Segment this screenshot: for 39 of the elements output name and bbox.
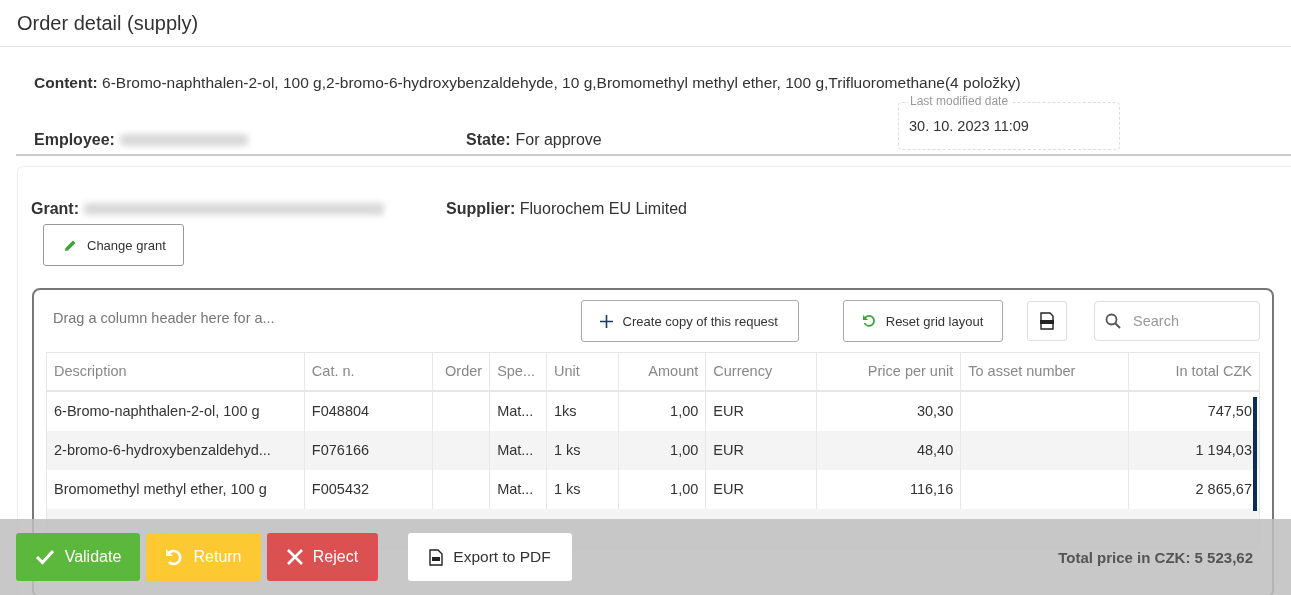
- employee-label: Employee:: [34, 131, 115, 149]
- table-cell-text: 2-bromo-6-hydroxybenzaldehyd...: [53, 441, 272, 460]
- reset-grid-button[interactable]: Reset grid layout: [842, 300, 1004, 342]
- column-header[interactable]: Description: [47, 353, 304, 390]
- create-copy-button[interactable]: Create copy of this request: [580, 300, 799, 342]
- pencil-icon: [64, 238, 77, 252]
- group-panel-hint: Drag a column header here for a...: [52, 310, 276, 326]
- column-header[interactable]: Spe...: [489, 353, 546, 390]
- table-cell-text: Bromomethyl methyl ether, 100 g: [53, 480, 268, 499]
- plus-icon: [599, 314, 613, 328]
- validate-button[interactable]: Validate: [16, 533, 140, 581]
- page-title: Order detail (supply): [17, 11, 199, 35]
- column-header[interactable]: Unit: [545, 353, 618, 390]
- spreadsheet-file-icon: [1039, 312, 1056, 330]
- state-text: State: For approve: [466, 131, 603, 149]
- scrollbar-thumb[interactable]: [1253, 397, 1257, 511]
- content-text: Content: 6-Bromo-naphthalen-2-ol, 100 g,2-bromo-6-hydroxybenzaldehyde, 10 g,Bromomethyl methyl ether, 100 g,Trifluoromethane(4 položky): [34, 74, 1021, 91]
- pdf-file-icon: [429, 548, 444, 566]
- excel-export-button[interactable]: [1027, 301, 1067, 341]
- search-icon: [1105, 313, 1121, 329]
- change-grant-button[interactable]: Change grant: [43, 224, 184, 266]
- column-header[interactable]: To asset number: [960, 353, 1128, 390]
- column-header[interactable]: Order: [432, 353, 490, 390]
- close-icon: [286, 549, 303, 565]
- undo-icon: [165, 548, 184, 566]
- search-field[interactable]: Search: [1094, 301, 1260, 341]
- undo-icon: [861, 314, 876, 328]
- column-header[interactable]: In total CZK: [1127, 353, 1259, 390]
- column-header[interactable]: Cat. n.: [303, 353, 433, 390]
- column-header[interactable]: Amount: [617, 353, 706, 390]
- reject-button[interactable]: Reject: [267, 533, 378, 581]
- grant-label: Grant:: [31, 200, 79, 218]
- table-cell-text: 6-Bromo-naphthalen-2-ol, 100 g: [53, 402, 261, 421]
- check-icon: [34, 549, 55, 565]
- column-header[interactable]: Price per unit: [815, 353, 961, 390]
- total-price-text: Total price in CZK: 5 523,62: [1058, 548, 1253, 566]
- export-button[interactable]: Export to PDF: [408, 533, 572, 581]
- column-header[interactable]: Currency: [705, 353, 816, 390]
- supplier-text: Supplier: Fluorochem EU Limited: [446, 200, 687, 218]
